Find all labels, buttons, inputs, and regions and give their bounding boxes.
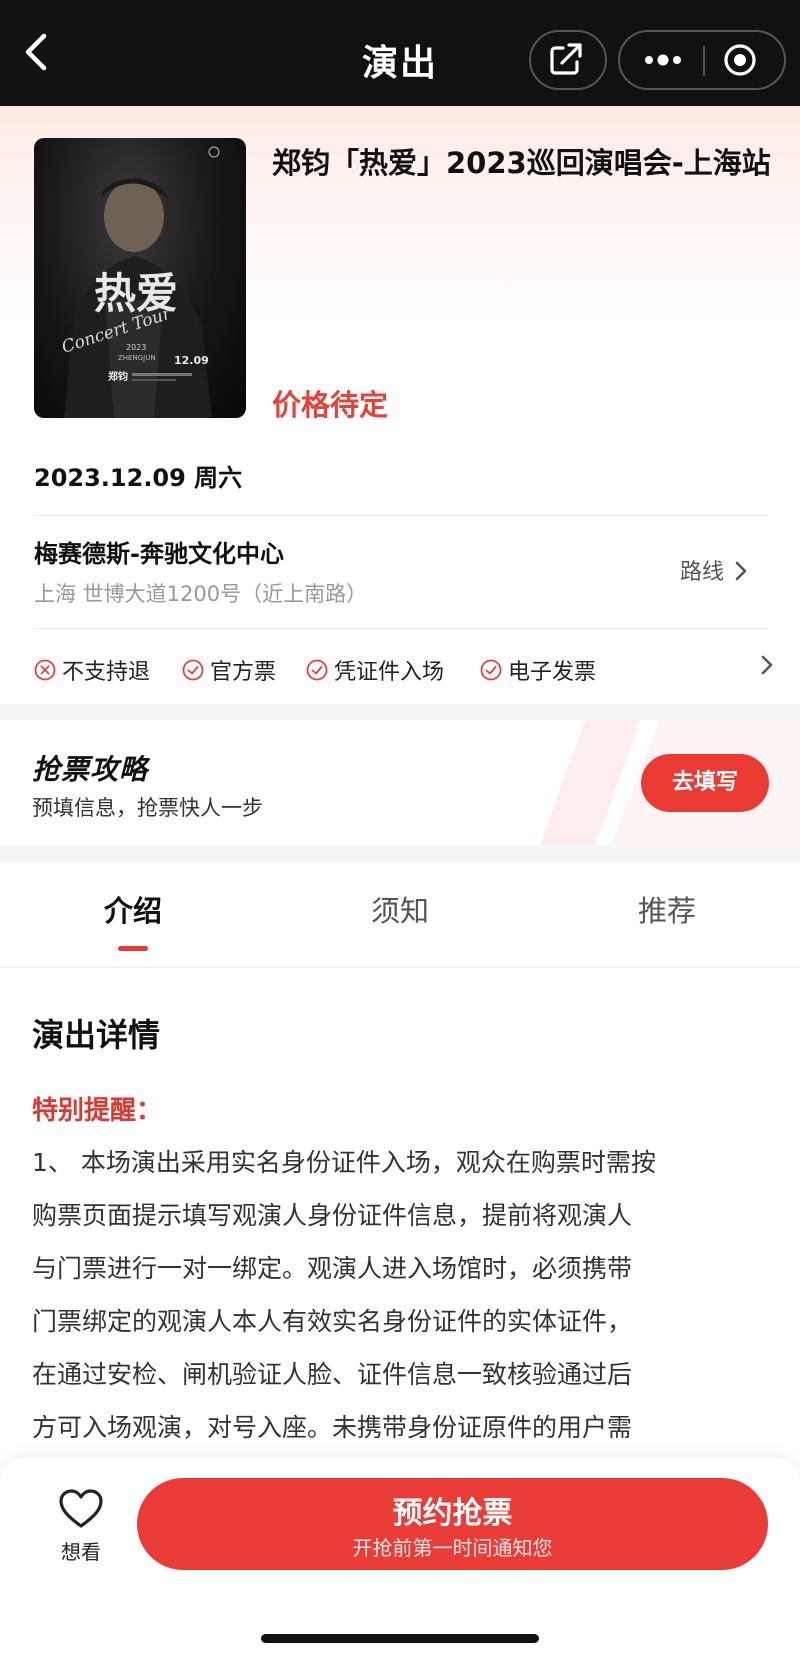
event-price: 价格待定 — [272, 388, 389, 422]
poster-date-mark: 12.09 — [174, 354, 209, 367]
more-button[interactable] — [620, 32, 702, 88]
share-icon — [550, 43, 582, 75]
detail-line: 购票页面提示填写观演人身份证件信息，提前将观演人 — [32, 1201, 633, 1230]
bottom-action-bar: 想看 预约抢票 开抢前第一时间通知您 — [0, 1458, 800, 1657]
divider — [34, 628, 768, 629]
more-icon — [645, 54, 681, 66]
detail-line: 门票绑定的观演人本人有效实名身份证件的实体证件， — [32, 1307, 633, 1336]
close-circle-icon — [724, 44, 756, 76]
detail-body: 1、 本场演出采用实名身份证件入场，观众在购票时需按 购票页面提示填写观演人身份… — [32, 1136, 772, 1454]
route-link[interactable]: 路线 — [680, 554, 748, 586]
tab-notice[interactable]: 须知 — [300, 888, 500, 930]
capsule-divider — [703, 46, 705, 76]
check-circle-icon — [182, 659, 204, 681]
detail-line: 方可入场观演，对号入座。未携带身份证原件的用户需 — [32, 1413, 633, 1442]
cta-sub-label: 开抢前第一时间通知您 — [352, 1536, 553, 1560]
cta-main-label: 预约抢票 — [392, 1496, 513, 1531]
poster-name-en: ZHENGJUN — [118, 354, 156, 362]
venue-address: 上海 世博大道1200号（近上南路） — [34, 582, 368, 606]
share-button[interactable] — [529, 30, 607, 90]
chevron-right-icon[interactable] — [760, 652, 774, 682]
tag-label: 官方票 — [210, 660, 277, 685]
reserve-ticket-button[interactable]: 预约抢票 开抢前第一时间通知您 — [137, 1478, 768, 1570]
event-date: 2023.12.09 周六 — [34, 464, 243, 492]
event-title: 郑钧「热爱」2023巡回演唱会-上海站 — [272, 146, 771, 180]
tag-id-entry: 凭证件入场 — [306, 654, 444, 686]
chevron-right-icon — [734, 560, 748, 585]
service-tags[interactable]: 不支持退 官方票 凭证件入场 电子发票 — [34, 654, 774, 694]
strategy-banner: 抢票攻略 预填信息，抢票快人一步 去填写 — [0, 720, 800, 846]
strategy-subtitle: 预填信息，抢票快人一步 — [32, 796, 263, 820]
top-bar: 演出 — [0, 0, 800, 106]
event-poster[interactable]: 热爱 Concert Tour 2023 ZHENGJUN 12.09 郑钧 — [34, 138, 246, 418]
special-reminder-label: 特别提醒： — [32, 1096, 163, 1126]
x-circle-icon — [34, 659, 56, 681]
poster-year: 2023 — [126, 343, 146, 352]
tag-label: 不支持退 — [62, 660, 151, 685]
divider — [34, 515, 768, 516]
fill-in-button[interactable]: 去填写 — [641, 754, 769, 812]
home-indicator — [261, 1634, 539, 1643]
tag-official: 官方票 — [182, 654, 276, 686]
tab-recommend[interactable]: 推荐 — [567, 888, 767, 930]
tab-intro[interactable]: 介绍 — [33, 888, 233, 930]
venue-name: 梅赛德斯-奔驰文化中心 — [34, 540, 284, 568]
close-button[interactable] — [706, 32, 786, 88]
section-title: 演出详情 — [32, 1016, 161, 1054]
poster-art: 热爱 Concert Tour 2023 ZHENGJUN 12.09 郑钧 — [59, 146, 220, 418]
check-circle-icon — [480, 659, 502, 681]
want-to-see-button[interactable]: 想看 — [52, 1488, 110, 1565]
want-to-see-label: 想看 — [61, 1540, 101, 1564]
heart-icon — [59, 1489, 103, 1528]
mini-program-capsule — [618, 30, 786, 90]
detail-line: 与门票进行一对一绑定。观演人进入场馆时，必须携带 — [32, 1254, 633, 1283]
poster-name-cn: 郑钧 — [108, 370, 128, 383]
event-card: 热爱 Concert Tour 2023 ZHENGJUN 12.09 郑钧 郑… — [0, 106, 800, 704]
tag-label: 凭证件入场 — [334, 660, 445, 685]
strategy-title: 抢票攻略 — [32, 753, 149, 786]
tag-no-refund: 不支持退 — [34, 654, 150, 686]
detail-line: 在通过安检、闸机验证人脸、证件信息一致核验通过后 — [32, 1360, 633, 1389]
tab-bar: 介绍 须知 推荐 — [0, 862, 800, 968]
detail-line: 1、 本场演出采用实名身份证件入场，观众在购票时需按 — [32, 1148, 656, 1177]
active-tab-indicator — [118, 946, 148, 951]
tag-e-invoice: 电子发票 — [480, 654, 596, 686]
tag-label: 电子发票 — [508, 660, 597, 685]
check-circle-icon — [306, 659, 328, 681]
route-label: 路线 — [680, 560, 725, 585]
